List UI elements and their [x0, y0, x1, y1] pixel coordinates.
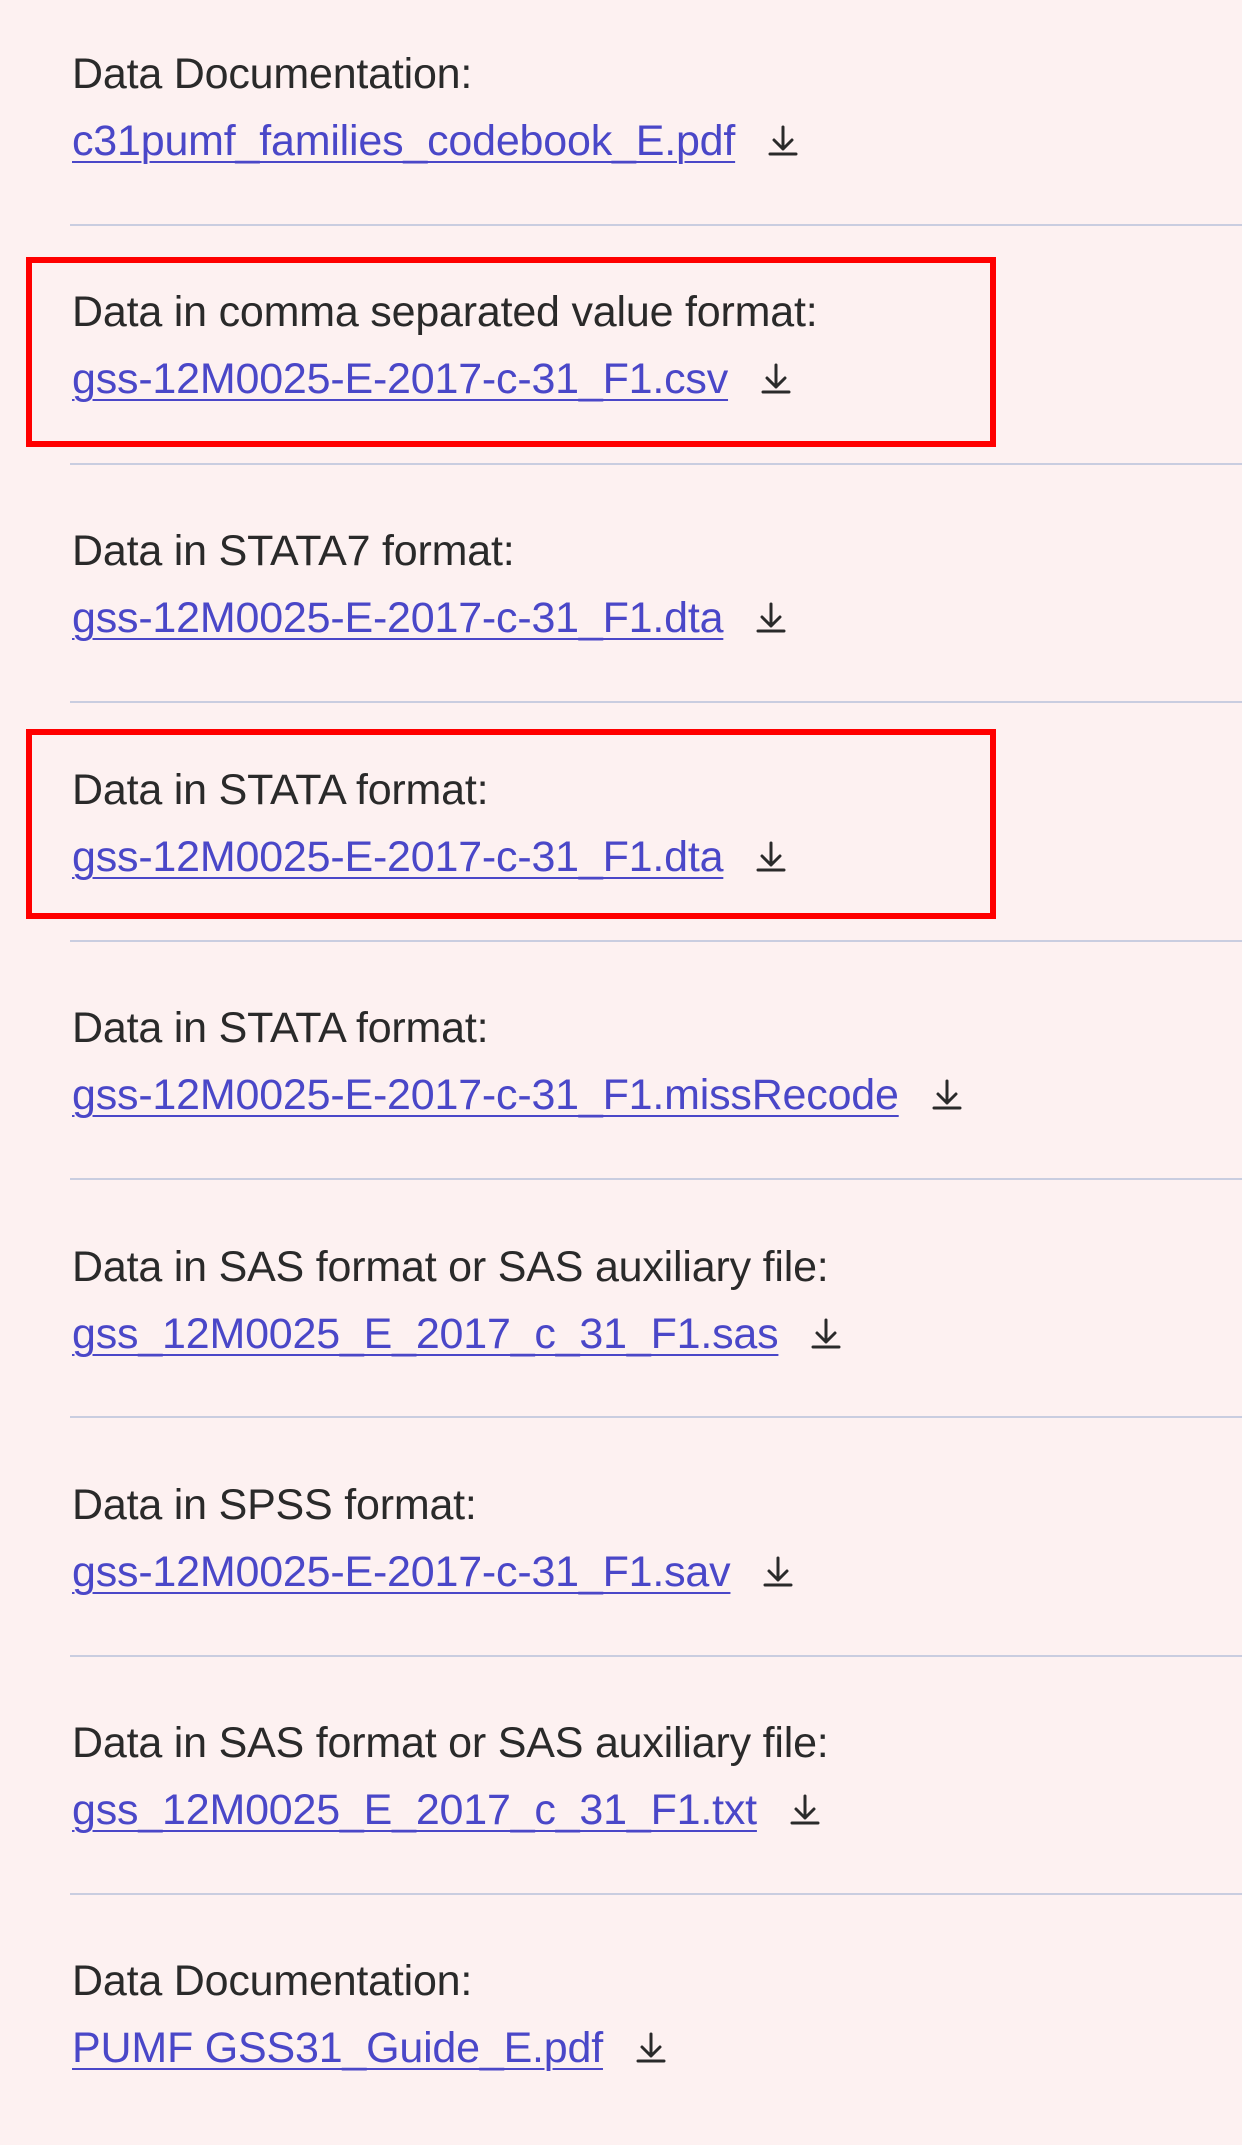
- file-entry: Data in SAS format or SAS auxiliary file…: [70, 1193, 1242, 1431]
- entry-link-row: gss-12M0025-E-2017-c-31_F1.dta: [72, 833, 791, 882]
- entry-link-row: PUMF GSS31_Guide_E.pdf: [72, 2024, 671, 2073]
- download-icon[interactable]: [758, 1552, 798, 1592]
- file-entry: Data in STATA7 format: gss-12M0025-E-201…: [70, 477, 1242, 715]
- entry-label: Data in comma separated value format:: [72, 288, 818, 336]
- divider: [70, 1178, 1242, 1180]
- file-download-link[interactable]: gss-12M0025-E-2017-c-31_F1.missRecode: [72, 1071, 919, 1119]
- divider: [70, 1893, 1242, 1895]
- entry-link-row: gss-12M0025-E-2017-c-31_F1.sav: [72, 1548, 798, 1597]
- download-icon[interactable]: [927, 1075, 967, 1115]
- entry-label: Data in STATA format:: [72, 766, 489, 814]
- download-icon[interactable]: [631, 2028, 671, 2068]
- divider: [70, 701, 1242, 703]
- download-icon[interactable]: [751, 598, 791, 638]
- file-download-link[interactable]: gss_12M0025_E_2017_c_31_F1.sas: [72, 1310, 798, 1358]
- file-entry: Data Documentation: c31pumf_families_cod…: [70, 0, 1242, 238]
- download-icon[interactable]: [806, 1314, 846, 1354]
- entry-link-row: gss-12M0025-E-2017-c-31_F1.csv: [72, 355, 796, 404]
- entry-label: Data Documentation:: [72, 50, 473, 98]
- file-download-link[interactable]: gss_12M0025_E_2017_c_31_F1.txt: [72, 1786, 777, 1834]
- file-download-link[interactable]: gss-12M0025-E-2017-c-31_F1.dta: [72, 594, 743, 642]
- entry-link-row: c31pumf_families_codebook_E.pdf: [72, 117, 803, 166]
- entry-label: Data in STATA7 format:: [72, 527, 515, 575]
- file-download-link[interactable]: gss-12M0025-E-2017-c-31_F1.sav: [72, 1548, 750, 1596]
- file-entry: Data in STATA format: gss-12M0025-E-2017…: [70, 716, 1242, 954]
- entry-label: Data in STATA format:: [72, 1004, 489, 1052]
- download-icon[interactable]: [763, 121, 803, 161]
- file-entry: Data in SPSS format: gss-12M0025-E-2017-…: [70, 1431, 1242, 1669]
- download-icon[interactable]: [785, 1790, 825, 1830]
- entry-label: Data in SPSS format:: [72, 1481, 477, 1529]
- file-download-link[interactable]: gss-12M0025-E-2017-c-31_F1.csv: [72, 355, 748, 403]
- file-entry: Data in SAS format or SAS auxiliary file…: [70, 1669, 1242, 1907]
- divider: [70, 1416, 1242, 1418]
- download-icon[interactable]: [756, 359, 796, 399]
- divider: [70, 463, 1242, 465]
- divider: [70, 940, 1242, 942]
- file-download-link[interactable]: gss-12M0025-E-2017-c-31_F1.dta: [72, 833, 743, 881]
- download-icon[interactable]: [751, 837, 791, 877]
- file-entry: Data in comma separated value format: gs…: [70, 238, 1242, 476]
- entry-label: Data in SAS format or SAS auxiliary file…: [72, 1243, 829, 1291]
- entry-link-row: gss_12M0025_E_2017_c_31_F1.txt: [72, 1786, 825, 1835]
- divider: [70, 1655, 1242, 1657]
- file-entry: Data Documentation: PUMF GSS31_Guide_E.p…: [70, 1907, 1242, 2145]
- divider: [70, 224, 1242, 226]
- entry-label: Data Documentation:: [72, 1957, 473, 2005]
- file-download-link[interactable]: PUMF GSS31_Guide_E.pdf: [72, 2024, 623, 2072]
- entry-link-row: gss-12M0025-E-2017-c-31_F1.dta: [72, 594, 791, 643]
- entry-link-row: gss-12M0025-E-2017-c-31_F1.missRecode: [72, 1071, 967, 1120]
- entry-label: Data in SAS format or SAS auxiliary file…: [72, 1719, 829, 1767]
- file-download-link[interactable]: c31pumf_families_codebook_E.pdf: [72, 117, 755, 165]
- entry-link-row: gss_12M0025_E_2017_c_31_F1.sas: [72, 1310, 846, 1359]
- file-entry: Data in STATA format: gss-12M0025-E-2017…: [70, 954, 1242, 1192]
